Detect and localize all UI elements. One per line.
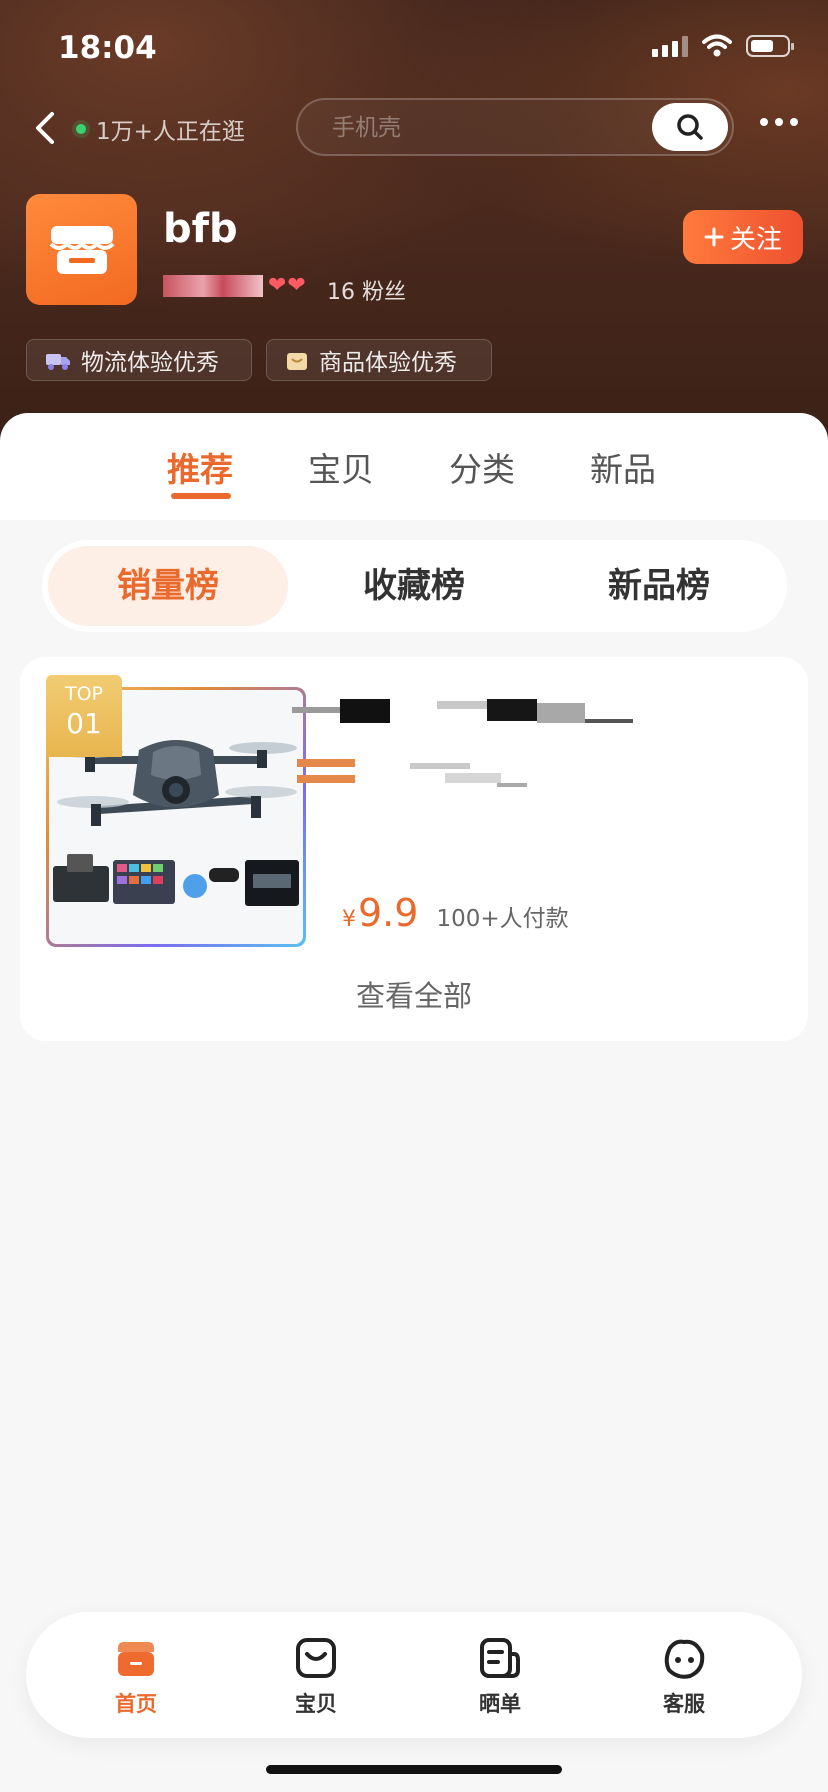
home-indicator xyxy=(266,1765,562,1774)
status-icons xyxy=(652,34,794,58)
battery-icon xyxy=(746,35,794,57)
review-note-icon xyxy=(480,1638,520,1678)
service-face-icon xyxy=(664,1639,705,1679)
wifi-icon xyxy=(702,34,732,57)
heart-rating-icon: ❤❤ xyxy=(268,273,307,298)
nav-customer-service-label: 客服 xyxy=(663,1692,705,1716)
home-shop-icon xyxy=(118,1642,154,1676)
rank-tab-favorites[interactable]: 收藏榜 xyxy=(294,540,534,632)
search-button[interactable] xyxy=(652,103,728,151)
nav-home-label: 首页 xyxy=(115,1692,157,1716)
rank-tab-sales[interactable]: 销量榜 xyxy=(48,546,288,626)
follow-label: 关注 xyxy=(729,224,782,255)
bottom-navigation: 首页 宝贝 晒单 客服 xyxy=(26,1612,802,1738)
view-all-link[interactable]: 查看全部 xyxy=(20,973,808,1015)
online-dot-icon xyxy=(76,124,86,134)
nav-home[interactable]: 首页 xyxy=(76,1634,196,1718)
visitor-count: 1万+人正在逛 xyxy=(76,112,245,146)
tab-new[interactable]: 新品 xyxy=(590,443,656,491)
nav-customer-service[interactable]: 客服 xyxy=(624,1634,744,1718)
price-row: ¥ 9.9 100+人付款 xyxy=(342,891,569,935)
tab-products[interactable]: 宝贝 xyxy=(308,443,374,491)
tab-recommend[interactable]: 推荐 xyxy=(167,443,233,491)
store-icon xyxy=(49,225,114,274)
back-arrow-icon[interactable] xyxy=(30,108,64,148)
more-options-icon[interactable] xyxy=(760,118,798,126)
rank-number: 01 xyxy=(66,707,102,740)
follow-button[interactable]: 关注 xyxy=(683,210,803,264)
nav-products-label: 宝贝 xyxy=(295,1692,337,1716)
active-tab-indicator xyxy=(171,493,231,499)
nav-reviews[interactable]: 晒单 xyxy=(440,1634,560,1718)
product-subtitle-redacted xyxy=(297,759,527,791)
truck-icon xyxy=(46,354,70,370)
currency-symbol: ¥ xyxy=(342,907,356,932)
rank-tab-new[interactable]: 新品榜 xyxy=(539,540,779,632)
product-quality-badge-label: 商品体验优秀 xyxy=(319,350,457,376)
shop-level-bar xyxy=(163,275,263,297)
bag-icon xyxy=(296,1638,336,1678)
shop-logo xyxy=(26,194,137,305)
shopping-bag-icon xyxy=(287,353,307,370)
product-title-redacted[interactable] xyxy=(292,699,684,725)
signal-icon xyxy=(652,35,688,57)
sales-count: 100+人付款 xyxy=(436,906,569,932)
fan-count: 16 粉丝 xyxy=(327,280,406,305)
ranking-switcher: 销量榜 收藏榜 新品榜 xyxy=(42,540,787,632)
logistics-badge[interactable]: 物流体验优秀 xyxy=(26,339,252,381)
status-time: 18:04 xyxy=(58,30,157,66)
ranking-card: TOP 01 ¥ 9.9 100+人付款 查看全部 xyxy=(20,657,808,1041)
plus-icon xyxy=(704,227,724,247)
shop-tab-bar: 推荐 宝贝 分类 新品 xyxy=(0,413,828,520)
search-bar[interactable] xyxy=(296,98,734,156)
tab-categories[interactable]: 分类 xyxy=(449,443,515,491)
search-icon xyxy=(677,114,703,140)
product-quality-badge[interactable]: 商品体验优秀 xyxy=(266,339,492,381)
shop-name: bfb xyxy=(163,206,238,252)
top-label: TOP xyxy=(64,683,104,705)
search-input[interactable] xyxy=(330,100,634,156)
nav-products[interactable]: 宝贝 xyxy=(256,1634,376,1718)
top-rank-badge: TOP 01 xyxy=(46,675,122,757)
visitor-count-label: 1万+人正在逛 xyxy=(96,119,245,145)
logistics-badge-label: 物流体验优秀 xyxy=(81,350,219,376)
nav-reviews-label: 晒单 xyxy=(479,1692,521,1716)
product-price: 9.9 xyxy=(358,891,419,935)
